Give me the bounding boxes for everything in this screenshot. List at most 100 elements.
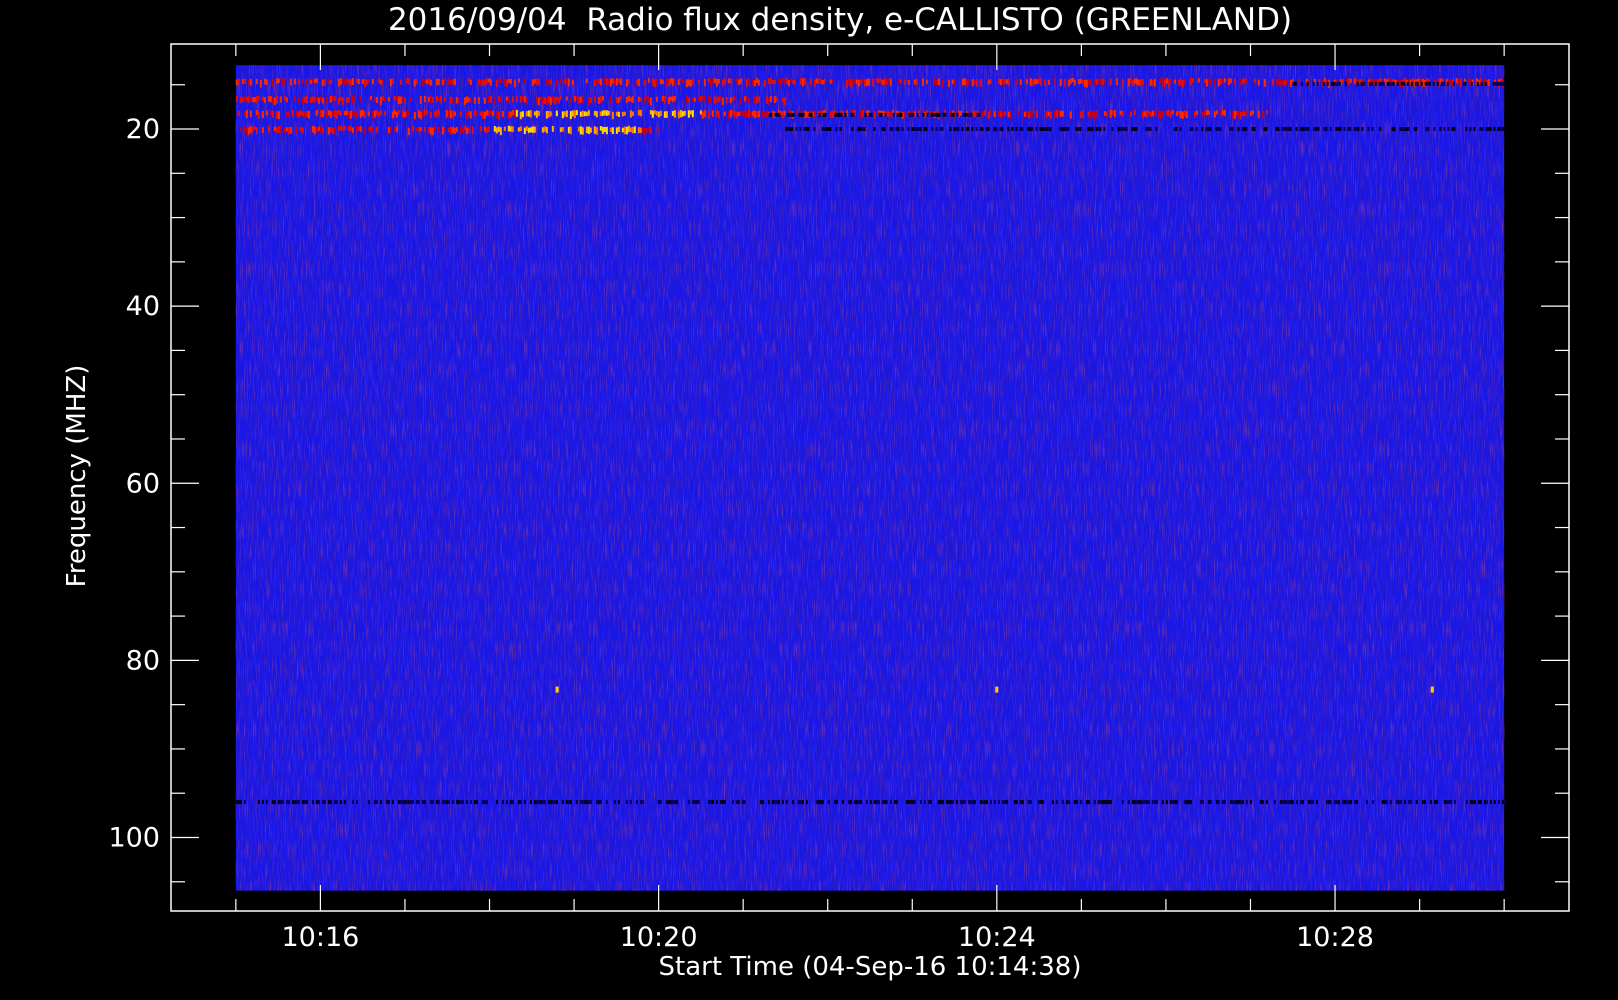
dark-pixel (896, 112, 899, 117)
emission-pixel (605, 126, 608, 135)
emission-pixel (757, 96, 760, 103)
emission-pixel (611, 127, 614, 135)
emission-pixel (1219, 78, 1222, 85)
emission-pixel (645, 127, 648, 133)
emission-pixel (481, 110, 484, 119)
emission-pixel (863, 79, 866, 87)
emission-pixel (529, 127, 532, 133)
emission-pixel (349, 126, 352, 131)
dark-pixel (923, 127, 926, 132)
emission-pixel (851, 79, 854, 87)
dark-pixel (1344, 81, 1347, 86)
emission-pixel (247, 127, 250, 135)
emission-pixel (1143, 111, 1146, 117)
emission-pixel (319, 109, 322, 118)
emission-pixel (379, 96, 382, 105)
emission-pixel (703, 79, 706, 86)
emission-pixel (263, 78, 266, 85)
emission-pixel (449, 110, 452, 119)
dark-pixel (1492, 81, 1495, 86)
emission-pixel (937, 78, 940, 86)
emission-pixel (459, 111, 462, 117)
emission-pixel (1161, 78, 1164, 86)
emission-pixel (371, 126, 374, 132)
dark-pixel (535, 800, 538, 805)
emission-pixel (717, 96, 720, 102)
dark-pixel (719, 800, 722, 805)
dark-pixel (1390, 81, 1393, 86)
emission-pixel (701, 96, 704, 101)
dark-pixel (1229, 800, 1232, 805)
emission-pixel (715, 110, 718, 117)
dark-pixel (1277, 127, 1280, 132)
emission-pixel (809, 78, 812, 86)
dark-pixel (1487, 127, 1490, 132)
emission-pixel (793, 79, 796, 85)
dark-pixel (1019, 127, 1022, 132)
emission-pixel (313, 78, 316, 84)
emission-pixel (763, 79, 766, 87)
dark-pixel (1453, 127, 1456, 132)
dark-pixel (1349, 800, 1352, 805)
dark-pixel (965, 127, 968, 132)
dark-pixel (551, 800, 554, 805)
dark-pixel (1481, 127, 1484, 132)
emission-pixel (437, 78, 440, 85)
emission-pixel (749, 111, 752, 118)
dark-pixel (581, 800, 584, 805)
emission-pixel (261, 110, 264, 119)
emission-pixel (393, 127, 396, 133)
dark-pixel (1155, 800, 1158, 805)
spike-point (995, 686, 999, 693)
emission-pixel (453, 127, 456, 134)
dark-pixel (475, 800, 478, 805)
dark-pixel (775, 800, 778, 805)
emission-pixel (631, 126, 634, 134)
emission-pixel (379, 79, 382, 85)
dark-pixel (1235, 800, 1238, 805)
dark-pixel (323, 800, 326, 805)
emission-pixel (889, 78, 892, 86)
dark-pixel (889, 127, 892, 132)
emission-pixel (1455, 78, 1458, 84)
dark-pixel (810, 112, 813, 117)
emission-pixel (281, 78, 284, 86)
dark-pixel (840, 112, 843, 117)
dark-pixel (317, 800, 320, 805)
emission-pixel (687, 110, 690, 118)
emission-pixel (735, 111, 738, 119)
dark-pixel (1385, 800, 1388, 805)
emission-pixel (1153, 111, 1156, 117)
emission-pixel (341, 78, 344, 85)
emission-pixel (321, 97, 324, 104)
dark-pixel (1149, 127, 1152, 132)
dark-pixel (405, 800, 408, 805)
dark-pixel (1075, 800, 1078, 805)
emission-pixel (413, 111, 416, 120)
emission-pixel (295, 126, 298, 133)
dark-pixel (1480, 81, 1483, 86)
emission-pixel (309, 79, 312, 84)
emission-pixel (517, 127, 520, 132)
dark-pixel (1406, 81, 1409, 86)
dark-pixel (829, 127, 832, 132)
dark-pixel (976, 112, 979, 117)
emission-pixel (667, 97, 670, 105)
emission-pixel (359, 96, 362, 102)
emission-pixel (903, 79, 906, 85)
emission-pixel (1179, 78, 1182, 86)
emission-pixel (453, 78, 456, 86)
dark-pixel (938, 112, 941, 117)
emission-pixel (897, 79, 900, 84)
emission-pixel (785, 78, 788, 85)
emission-pixel (611, 111, 614, 120)
emission-pixel (541, 97, 544, 105)
emission-pixel (469, 97, 472, 103)
dark-pixel (878, 112, 881, 117)
emission-pixel (1087, 111, 1090, 117)
dark-pixel (808, 112, 811, 117)
emission-pixel (443, 127, 446, 132)
dark-pixel (1424, 81, 1427, 86)
emission-pixel (597, 78, 600, 84)
emission-pixel (661, 96, 664, 102)
